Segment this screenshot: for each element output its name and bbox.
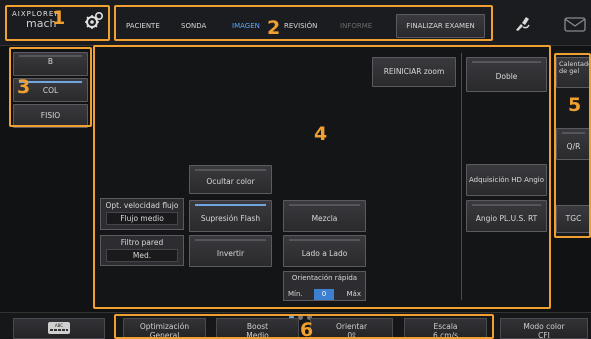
- quick-orient-value[interactable]: 0: [314, 289, 334, 300]
- side-by-side-button[interactable]: Lado a Lado: [283, 235, 366, 267]
- quick-orient-title: Orientación rápida: [291, 274, 358, 282]
- flow-opt-title: Opt. velocidad flujo: [105, 201, 179, 210]
- callout-1: 1: [52, 7, 66, 29]
- quick-orient-max: Máx: [346, 290, 361, 298]
- invert-label: Invertir: [216, 248, 245, 258]
- callout-box-5: [554, 53, 591, 238]
- keyboard-icon: ABC: [48, 322, 70, 334]
- callout-4: 4: [314, 123, 328, 145]
- flash-suppression-indicator: [195, 204, 266, 206]
- column-divider: [461, 53, 462, 300]
- flow-opt-control[interactable]: Opt. velocidad flujo Flujo medio: [100, 198, 184, 230]
- hd-angio-label: Adquisición HD Angio: [468, 175, 545, 184]
- double-button[interactable]: Doble: [466, 57, 547, 92]
- wall-filter-title: Filtro pared: [120, 238, 164, 247]
- callout-3: 3: [17, 76, 31, 98]
- reset-zoom-label: REINICIAR zoom: [383, 66, 445, 76]
- invert-indicator: [195, 239, 266, 241]
- invert-button[interactable]: Invertir: [189, 235, 272, 267]
- hide-color-indicator: [195, 169, 266, 171]
- flash-suppression-button[interactable]: Supresión Flash: [189, 200, 272, 232]
- color-mode-line2: CFI: [538, 331, 550, 339]
- angio-plus-indicator: [472, 204, 541, 206]
- callout-6: 6: [300, 319, 314, 339]
- mix-button[interactable]: Mezcla: [283, 200, 366, 232]
- angio-plus-button[interactable]: Angio PL.U.S. RT: [466, 200, 547, 232]
- callout-box-2: [114, 5, 493, 41]
- mix-label: Mezcla: [311, 213, 338, 223]
- quick-orient-min: Mín.: [288, 290, 303, 298]
- hd-angio-button[interactable]: Adquisición HD Angio: [466, 164, 547, 196]
- hide-color-button[interactable]: Ocultar color: [189, 165, 272, 194]
- double-label: Doble: [495, 72, 518, 82]
- double-indicator: [472, 61, 541, 63]
- mix-indicator: [289, 204, 360, 206]
- wall-filter-control[interactable]: Filtro pared Med.: [100, 235, 184, 266]
- probe-icon[interactable]: [513, 15, 531, 33]
- callout-2: 2: [267, 17, 281, 39]
- callout-5: 5: [568, 94, 582, 116]
- hide-color-label: Ocultar color: [206, 177, 255, 187]
- side-by-side-indicator: [289, 239, 360, 241]
- envelope-icon[interactable]: [564, 17, 586, 32]
- reset-zoom-button[interactable]: REINICIAR zoom: [372, 57, 456, 87]
- wall-filter-value: Med.: [106, 249, 178, 262]
- keyboard-button[interactable]: ABC: [13, 318, 105, 339]
- quick-orient-control[interactable]: Orientación rápida Mín. 0 Máx: [283, 271, 366, 301]
- flow-opt-value: Flujo medio: [106, 212, 178, 225]
- angio-plus-label: Angio PL.U.S. RT: [475, 213, 538, 223]
- flash-suppression-label: Supresión Flash: [200, 213, 261, 223]
- color-mode-line1: Modo color: [523, 322, 565, 331]
- side-by-side-label: Lado a Lado: [301, 248, 348, 258]
- keyboard-label: ABC: [55, 323, 63, 328]
- color-mode-button[interactable]: Modo color CFI: [500, 318, 588, 339]
